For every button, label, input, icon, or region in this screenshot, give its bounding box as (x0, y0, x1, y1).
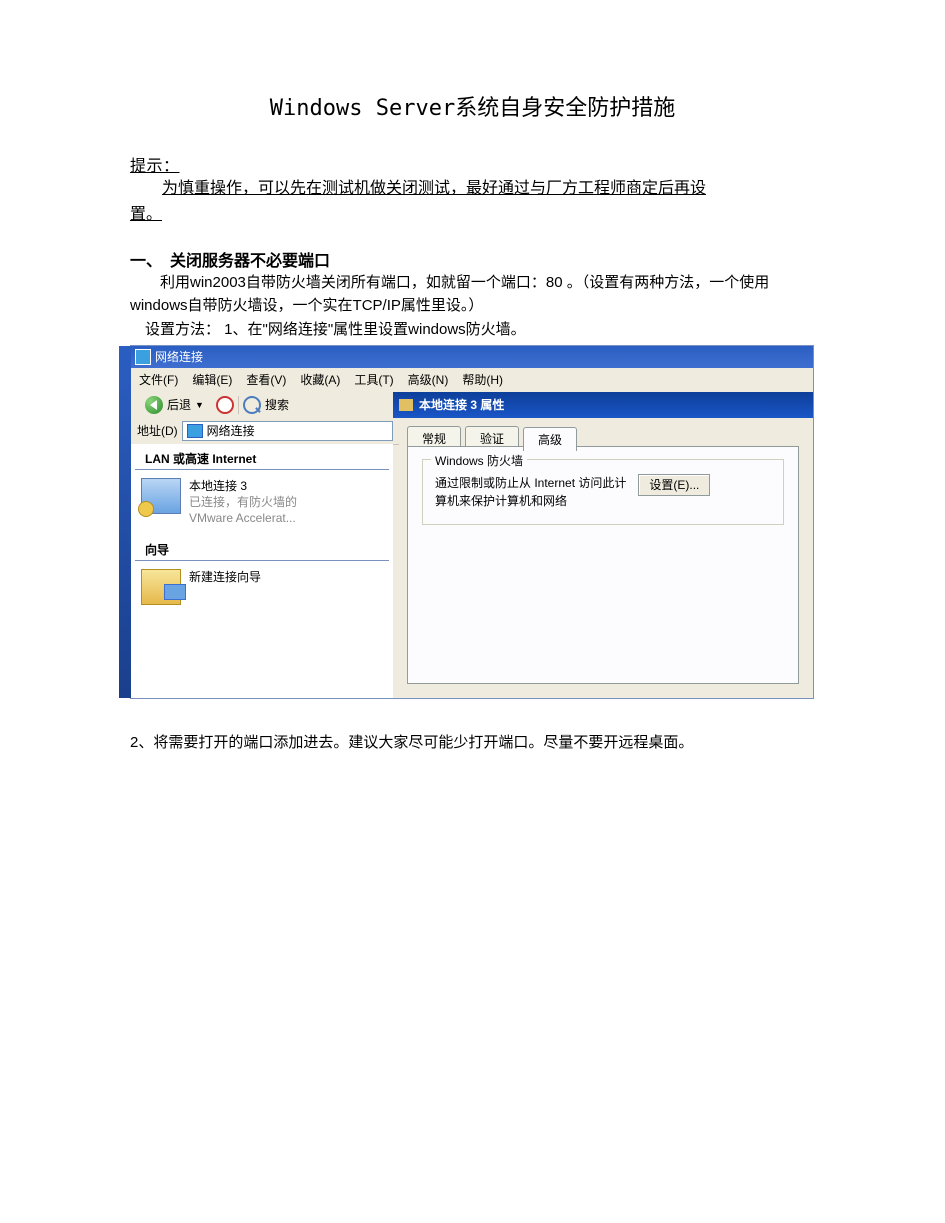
toolbar: 后退 ▼ 搜索 (131, 392, 399, 419)
tab-panel-advanced: Windows 防火墙 通过限制或防止从 Internet 访问此计 算机来保护… (407, 446, 799, 684)
connection-name: 本地连接 3 (189, 478, 297, 494)
search-label[interactable]: 搜索 (265, 396, 289, 413)
connection-status: 已连接，有防火墙的 (189, 494, 297, 510)
connection-item[interactable]: 本地连接 3 已连接，有防火墙的 VMware Accelerat... (131, 470, 393, 535)
wizard-label: 新建连接向导 (189, 569, 261, 585)
menu-tools[interactable]: 工具(T) (354, 371, 393, 388)
menu-edit[interactable]: 编辑(E) (192, 371, 232, 388)
hint-line2: 置。 (130, 202, 815, 228)
menu-fav[interactable]: 收藏(A) (300, 371, 340, 388)
firewall-groupbox: Windows 防火墙 通过限制或防止从 Internet 访问此计 算机来保护… (422, 459, 784, 525)
firewall-desc-line1: 通过限制或防止从 Internet 访问此计 (435, 474, 626, 492)
address-field[interactable]: 网络连接 (182, 421, 393, 441)
wizard-icon (141, 569, 181, 605)
group-lan-header: LAN 或高速 Internet (135, 444, 389, 470)
wizard-item[interactable]: 新建连接向导 (131, 561, 393, 613)
properties-titlebar[interactable]: 本地连接 3 属性 (393, 392, 813, 418)
hint-label: 提示： (130, 152, 815, 176)
group-wizard-header: 向导 (135, 535, 389, 561)
window-titlebar[interactable]: 网络连接 (131, 346, 813, 368)
menu-file[interactable]: 文件(F) (139, 371, 178, 388)
section1-p1: 利用win2003自带防火墙关闭所有端口，如就留一个端口：80 。（设置有两种方… (130, 271, 815, 318)
section1-head: 一、 关闭服务器不必要端口 (130, 247, 815, 271)
address-bar: 地址(D) 网络连接 (131, 418, 399, 445)
settings-button[interactable]: 设置(E)... (638, 474, 710, 496)
app-icon (135, 349, 151, 365)
groupbox-legend: Windows 防火墙 (431, 452, 527, 469)
firewall-desc-line2: 算机来保护计算机和网络 (435, 492, 626, 510)
back-button[interactable]: 后退 ▼ (137, 394, 212, 416)
menu-help[interactable]: 帮助(H) (462, 371, 503, 388)
window-title: 网络连接 (155, 348, 203, 365)
back-arrow-icon (145, 396, 163, 414)
search-icon[interactable] (243, 396, 261, 414)
connection-adapter: VMware Accelerat... (189, 510, 297, 526)
back-label: 后退 (167, 396, 191, 413)
network-connection-icon (141, 478, 181, 514)
properties-title: 本地连接 3 属性 (419, 396, 504, 413)
screenshot-window: 网络连接 文件(F) 编辑(E) 查看(V) 收藏(A) 工具(T) 高级(N)… (130, 345, 814, 699)
address-icon (187, 424, 203, 438)
properties-icon (399, 399, 413, 411)
page-title: Windows Server系统自身安全防护措施 (130, 90, 815, 122)
dropdown-caret-icon: ▼ (195, 400, 204, 410)
step2-text: 2、将需要打开的端口添加进去。建议大家尽可能少打开端口。尽量不要开远程桌面。 (130, 731, 815, 752)
menu-view[interactable]: 查看(V) (246, 371, 286, 388)
tab-advanced[interactable]: 高级 (523, 427, 577, 451)
address-label: 地址(D) (137, 422, 178, 439)
left-accent-bar (119, 346, 131, 698)
menubar: 文件(F) 编辑(E) 查看(V) 收藏(A) 工具(T) 高级(N) 帮助(H… (131, 368, 813, 393)
left-pane: LAN 或高速 Internet 本地连接 3 已连接，有防火墙的 VMware… (131, 444, 393, 698)
section1-p2: 设置方法： 1、在"网络连接"属性里设置windows防火墙。 (130, 318, 815, 341)
hint-line1: 为慎重操作，可以先在测试机做关闭测试，最好通过与厂方工程师商定后再设 (130, 176, 815, 202)
stop-icon[interactable] (216, 396, 234, 414)
address-value: 网络连接 (207, 422, 255, 439)
menu-advanced[interactable]: 高级(N) (408, 371, 449, 388)
